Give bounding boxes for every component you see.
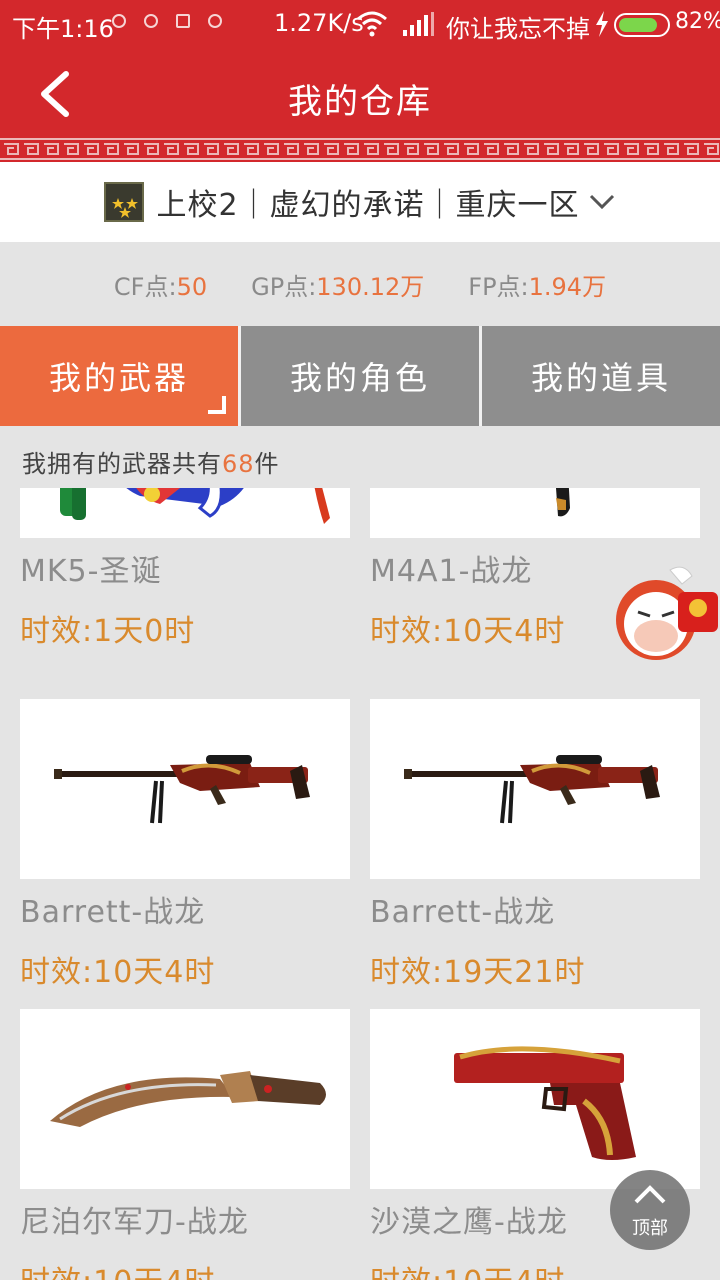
fp-points: FP点:1.94万: [468, 272, 607, 301]
signal-icon: [403, 12, 434, 36]
tab-weapons[interactable]: 我的武器: [0, 326, 238, 426]
kukri-dragon-knife-image: [50, 1071, 326, 1127]
colonel-rank-badge-icon: [104, 182, 145, 222]
corner-indicator-icon: [208, 396, 226, 414]
category-tabs: 我的武器 我的角色 我的道具: [0, 326, 720, 426]
notification-icon: [208, 14, 222, 28]
notification-icon: [176, 14, 190, 28]
weapon-image: [20, 699, 350, 879]
page-title: 我的仓库: [288, 82, 432, 122]
weapon-name: Barrett-战龙: [370, 895, 556, 930]
account-selector[interactable]: 上校2｜虚幻的承诺｜重庆一区: [0, 162, 720, 242]
weapon-name: 尼泊尔军刀-战龙: [20, 1205, 249, 1240]
battery-icon: [614, 13, 670, 37]
weapon-image: [370, 488, 700, 538]
status-time: 下午1:16: [12, 15, 114, 43]
weapon-count: 我拥有的武器共有68件: [22, 450, 280, 478]
weapon-duration: 时效:10天4时: [370, 1257, 700, 1280]
weapon-name: MK5-圣诞: [20, 554, 162, 589]
barrett-dragon-sniper-image: [404, 755, 660, 824]
tab-items[interactable]: 我的道具: [479, 326, 720, 426]
weapon-image: [20, 1009, 350, 1189]
carrier-name: 你让我忘不掉: [446, 15, 590, 43]
weapon-card[interactable]: 尼泊尔军刀-战龙 时效:10天4时: [20, 1009, 350, 1280]
battery-level: [619, 18, 657, 32]
back-to-top-label: 顶部: [632, 1218, 668, 1239]
weapon-duration: 时效:19天21时: [370, 955, 586, 990]
mk5-christmas-rifle-image: [60, 488, 330, 524]
weapon-image: [370, 1009, 700, 1189]
cf-points: CF点:50: [113, 272, 208, 301]
weapon-image: [20, 488, 350, 538]
tab-label: 我的角色: [289, 359, 430, 397]
chevron-down-icon: [589, 194, 614, 210]
battery-percent: 82%: [675, 9, 720, 34]
weapon-duration: 时效:10天4时: [20, 955, 216, 990]
weapon-card[interactable]: Barrett-战龙 时效:19天21时: [370, 699, 700, 991]
decorative-border: [0, 138, 720, 160]
weapon-name: Barrett-战龙: [20, 895, 206, 930]
fret-pattern: [4, 143, 719, 155]
chevron-up-icon: [634, 1185, 666, 1204]
tab-label: 我的道具: [530, 359, 671, 397]
network-speed: 1.27K/s: [274, 9, 364, 37]
title-bar: 我的仓库: [0, 50, 720, 162]
charging-icon: [596, 11, 608, 37]
wifi-icon: [357, 11, 387, 37]
points-summary: CF点:50 GP点:130.12万 FP点:1.94万: [0, 242, 720, 326]
account-summary: 上校2｜虚幻的承诺｜重庆一区: [156, 188, 580, 223]
notification-icons: [112, 14, 222, 28]
status-bar: 下午1:16 1.27K/s 你让我忘不掉 82%: [0, 0, 720, 50]
red-envelope-mascot-icon[interactable]: [608, 562, 720, 670]
notification-icon: [144, 14, 158, 28]
weapon-card[interactable]: MK5-圣诞 时效:1天0时: [20, 488, 350, 650]
m4a1-dragon-rifle-image: [556, 488, 570, 517]
weapon-duration: 时效:10天4时: [20, 1257, 350, 1280]
back-to-top-button[interactable]: 顶部: [610, 1170, 690, 1250]
weapon-image: [370, 699, 700, 879]
weapon-duration: 时效:1天0时: [20, 614, 196, 649]
tab-label: 我的武器: [48, 359, 189, 397]
weapon-card[interactable]: Barrett-战龙 时效:10天4时: [20, 699, 350, 991]
barrett-dragon-sniper-image: [54, 755, 310, 824]
gp-points: GP点:130.12万: [251, 272, 425, 301]
notification-icon: [112, 14, 126, 28]
tab-characters[interactable]: 我的角色: [238, 326, 479, 426]
desert-eagle-dragon-pistol-image: [454, 1046, 636, 1160]
